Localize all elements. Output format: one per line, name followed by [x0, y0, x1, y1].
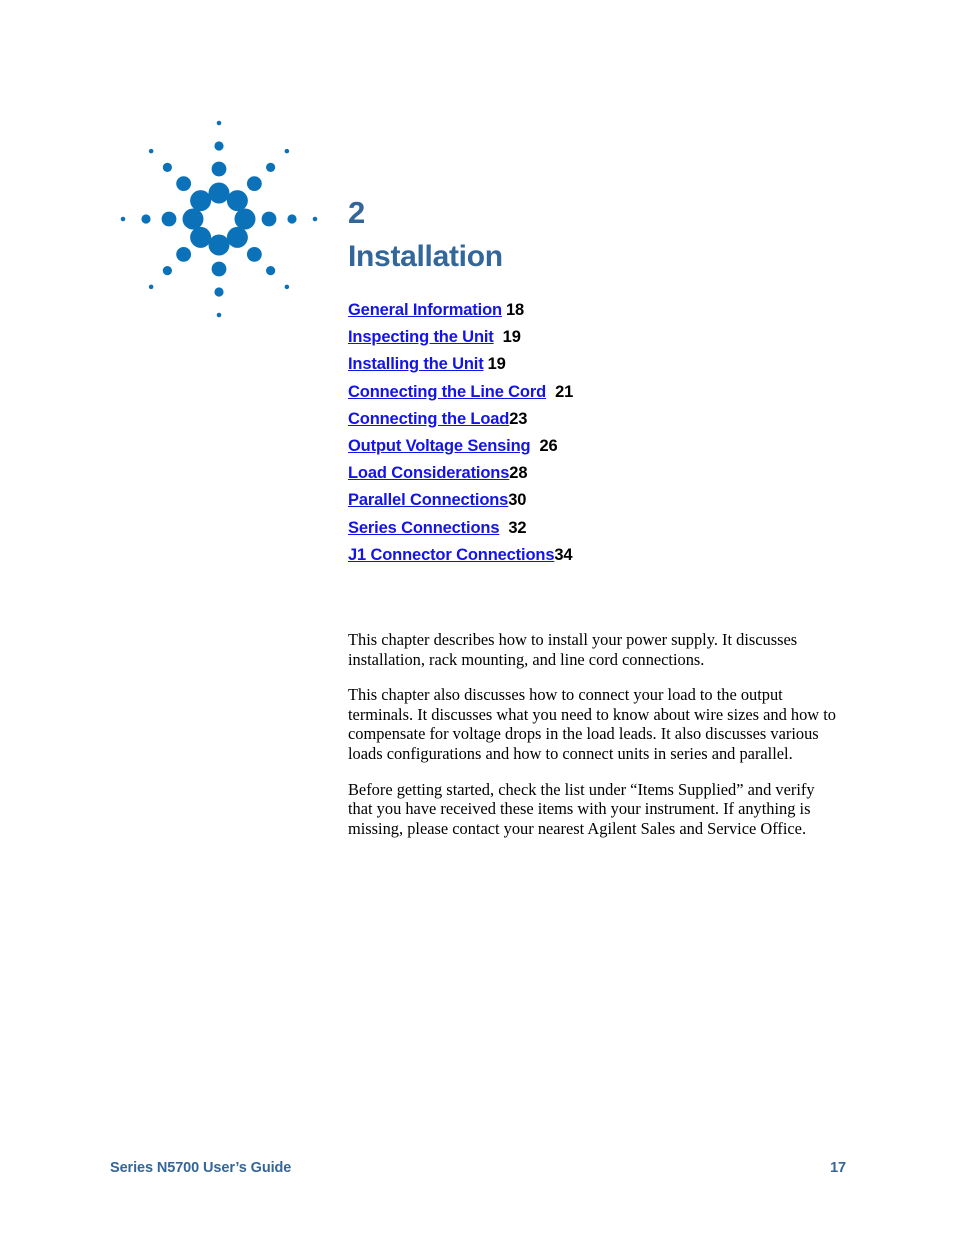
toc-entry: Output Voltage Sensing 26	[348, 433, 808, 460]
toc-link[interactable]: Output Voltage Sensing	[348, 437, 531, 455]
toc-link[interactable]: Inspecting the Unit	[348, 328, 494, 346]
agilent-ping-logo-svg	[120, 120, 318, 318]
agilent-ping-logo	[108, 108, 330, 330]
page-title: Installation	[348, 240, 503, 273]
toc-page-number: 30	[508, 491, 527, 510]
toc-link[interactable]: Load Considerations	[348, 464, 509, 482]
toc-entry: Connecting the Line Cord 21	[348, 379, 808, 406]
toc-page-number: 26	[539, 436, 558, 455]
toc-entry: Parallel Connections30	[348, 487, 808, 514]
toc-link[interactable]: J1 Connector Connections	[348, 546, 554, 564]
body-paragraph: This chapter describes how to install yo…	[348, 630, 798, 669]
toc-entry: Connecting the Load23	[348, 406, 808, 433]
chapter-number: 2	[348, 195, 366, 230]
footer-guide-title: Series N5700 User’s Guide	[110, 1160, 292, 1176]
toc-link[interactable]: Connecting the Line Cord	[348, 383, 546, 401]
chapter-table-of-contents: General Information 18 Inspecting the Unit…	[348, 297, 808, 569]
toc-entry: Load Considerations28	[348, 460, 808, 487]
body-paragraph: Before getting started, check the list u…	[348, 779, 815, 838]
toc-page-number: 23	[509, 409, 528, 428]
toc-link[interactable]: General Information	[348, 301, 502, 319]
chapter-heading-block: 2 Installation	[348, 196, 868, 278]
toc-page-number: 21	[555, 382, 574, 401]
toc-page-number: 19	[502, 328, 521, 347]
toc-entry: Installing the Unit 19	[348, 351, 808, 378]
toc-page-number: 19	[487, 355, 506, 374]
toc-page-number: 34	[554, 545, 573, 564]
page-footer: Series N5700 User’s Guide 17	[110, 1160, 846, 1176]
toc-link[interactable]: Series Connections	[348, 519, 499, 537]
toc-entry: General Information 18	[348, 297, 808, 324]
body-paragraph: This chapter also discusses how to conne…	[348, 685, 836, 763]
toc-entry: Inspecting the Unit 19	[348, 324, 808, 351]
toc-entry: J1 Connector Connections34	[348, 542, 808, 569]
toc-link[interactable]: Parallel Connections	[348, 491, 508, 509]
chapter-intro-text: This chapter describes how to install yo…	[348, 630, 840, 838]
toc-link[interactable]: Connecting the Load	[348, 410, 509, 428]
toc-entry: Series Connections 32	[348, 515, 808, 542]
footer-page-number: 17	[830, 1160, 846, 1176]
toc-page-number: 32	[508, 518, 527, 537]
toc-page-number: 18	[505, 301, 525, 319]
toc-page-number: 28	[509, 464, 528, 483]
toc-link[interactable]: Installing the Unit	[348, 355, 484, 373]
